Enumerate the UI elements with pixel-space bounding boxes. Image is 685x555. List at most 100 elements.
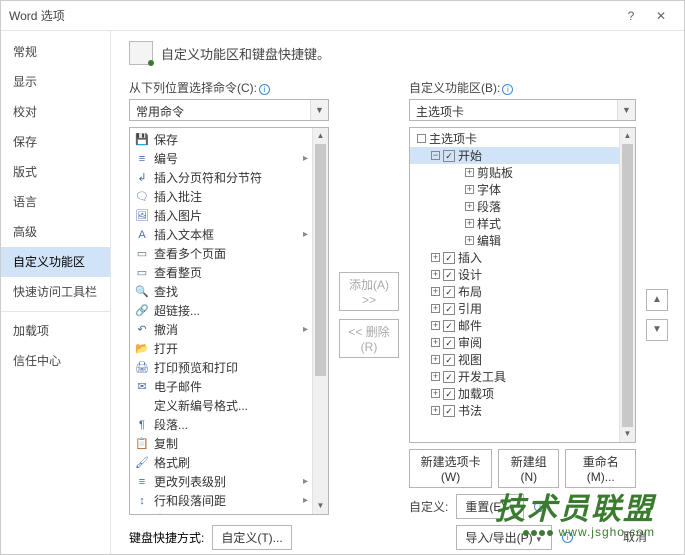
- expander-icon[interactable]: +: [431, 321, 440, 330]
- scroll-thumb[interactable]: [622, 144, 633, 427]
- ribbon-tree[interactable]: 主选项卡−✓开始+剪贴板+字体+段落+样式+编辑+✓插入+✓设计+✓布局+✓引用…: [409, 127, 636, 443]
- list-item[interactable]: 🖨打印预览和打印: [130, 358, 312, 377]
- list-item[interactable]: A插入文本框▸: [130, 225, 312, 244]
- commands-list[interactable]: 💾保存≡编号▸↲插入分页符和分节符🗨插入批注🖼插入图片A插入文本框▸▭查看多个页…: [129, 127, 329, 515]
- tree-row[interactable]: +样式: [410, 215, 619, 232]
- list-item[interactable]: ≡编号▸: [130, 149, 312, 168]
- tree-row[interactable]: +✓加载项: [410, 385, 619, 402]
- list-item[interactable]: ↲插入分页符和分节符: [130, 168, 312, 187]
- expander-icon[interactable]: +: [431, 406, 440, 415]
- tree-row[interactable]: +✓视图: [410, 351, 619, 368]
- sidebar-item[interactable]: 常规: [1, 37, 110, 67]
- expander-icon[interactable]: +: [431, 338, 440, 347]
- list-item[interactable]: ▭查看整页: [130, 263, 312, 282]
- expander-icon[interactable]: +: [431, 253, 440, 262]
- checkbox[interactable]: ✓: [443, 303, 455, 315]
- tree-row[interactable]: −✓开始: [410, 147, 619, 164]
- tree-row[interactable]: +字体: [410, 181, 619, 198]
- list-item[interactable]: 🗨插入批注: [130, 187, 312, 206]
- keyboard-customize-button[interactable]: 自定义(T)...: [212, 525, 291, 550]
- scroll-down-icon[interactable]: ▼: [313, 498, 328, 514]
- new-tab-button[interactable]: 新建选项卡(W): [409, 449, 492, 488]
- scroll-down-icon[interactable]: ▼: [620, 426, 635, 442]
- add-button[interactable]: 添加(A) >>: [339, 272, 399, 311]
- checkbox[interactable]: ✓: [443, 286, 455, 298]
- list-item[interactable]: 定义新编号格式...: [130, 396, 312, 415]
- tree-row[interactable]: +✓书法: [410, 402, 619, 419]
- expander-icon[interactable]: [417, 134, 426, 143]
- customize-ribbon-combo[interactable]: 主选项卡 ▼: [409, 99, 636, 121]
- reset-button[interactable]: 重置(E): [456, 494, 524, 519]
- list-item[interactable]: 📋复制: [130, 434, 312, 453]
- sidebar-item[interactable]: 快速访问工具栏: [1, 277, 110, 307]
- expander-icon[interactable]: +: [465, 219, 474, 228]
- sidebar-item[interactable]: 加载项: [1, 316, 110, 346]
- list-item[interactable]: ▭查看多个页面: [130, 244, 312, 263]
- move-up-button[interactable]: ▲: [646, 289, 668, 311]
- expander-icon[interactable]: +: [431, 287, 440, 296]
- checkbox[interactable]: ✓: [443, 252, 455, 264]
- checkbox[interactable]: ✓: [443, 150, 455, 162]
- list-item[interactable]: 💾保存: [130, 130, 312, 149]
- choose-from-combo[interactable]: 常用命令 ▼: [129, 99, 329, 121]
- tree-row[interactable]: +段落: [410, 198, 619, 215]
- scrollbar[interactable]: ▲ ▼: [312, 128, 328, 514]
- expander-icon[interactable]: +: [465, 202, 474, 211]
- expander-icon[interactable]: +: [465, 236, 474, 245]
- tree-row[interactable]: 主选项卡: [410, 130, 619, 147]
- checkbox[interactable]: ✓: [443, 405, 455, 417]
- move-down-button[interactable]: ▼: [646, 319, 668, 341]
- scroll-up-icon[interactable]: ▲: [620, 128, 635, 144]
- expander-icon[interactable]: +: [431, 270, 440, 279]
- info-icon[interactable]: i: [259, 84, 270, 95]
- list-item[interactable]: 🔍查找: [130, 282, 312, 301]
- tree-row[interactable]: +✓邮件: [410, 317, 619, 334]
- list-item[interactable]: ▶宏▸: [130, 510, 312, 514]
- expander-icon[interactable]: +: [431, 372, 440, 381]
- expander-icon[interactable]: +: [465, 185, 474, 194]
- list-item[interactable]: ≡更改列表级别▸: [130, 472, 312, 491]
- info-icon[interactable]: i: [502, 84, 513, 95]
- tree-row[interactable]: +✓审阅: [410, 334, 619, 351]
- scroll-thumb[interactable]: [315, 144, 326, 376]
- cancel-button[interactable]: 取消: [623, 528, 647, 545]
- import-export-button[interactable]: 导入/导出(P): [456, 525, 551, 550]
- remove-button[interactable]: << 删除(R): [339, 319, 399, 358]
- list-item[interactable]: ✉电子邮件: [130, 377, 312, 396]
- expander-icon[interactable]: +: [431, 355, 440, 364]
- tree-row[interactable]: +✓开发工具: [410, 368, 619, 385]
- sidebar-item[interactable]: 版式: [1, 157, 110, 187]
- sidebar-item[interactable]: 语言: [1, 187, 110, 217]
- list-item[interactable]: 🖌格式刷: [130, 453, 312, 472]
- scrollbar[interactable]: ▲ ▼: [619, 128, 635, 442]
- sidebar-item[interactable]: 信任中心: [1, 346, 110, 376]
- sidebar-item[interactable]: 保存: [1, 127, 110, 157]
- list-item[interactable]: ↶撤消▸: [130, 320, 312, 339]
- sidebar-item[interactable]: 校对: [1, 97, 110, 127]
- expander-icon[interactable]: +: [465, 168, 474, 177]
- list-item[interactable]: 🖼插入图片: [130, 206, 312, 225]
- checkbox[interactable]: ✓: [443, 337, 455, 349]
- info-icon[interactable]: i: [534, 501, 545, 512]
- tree-row[interactable]: +✓设计: [410, 266, 619, 283]
- expander-icon[interactable]: +: [431, 304, 440, 313]
- tree-row[interactable]: +编辑: [410, 232, 619, 249]
- checkbox[interactable]: ✓: [443, 320, 455, 332]
- tree-row[interactable]: +✓插入: [410, 249, 619, 266]
- tree-row[interactable]: +✓引用: [410, 300, 619, 317]
- rename-button[interactable]: 重命名(M)...: [565, 449, 636, 488]
- list-item[interactable]: 📂打开: [130, 339, 312, 358]
- close-button[interactable]: ✕: [646, 9, 676, 23]
- checkbox[interactable]: ✓: [443, 371, 455, 383]
- checkbox[interactable]: ✓: [443, 269, 455, 281]
- list-item[interactable]: ↕行和段落间距▸: [130, 491, 312, 510]
- tree-row[interactable]: +✓布局: [410, 283, 619, 300]
- scroll-up-icon[interactable]: ▲: [313, 128, 328, 144]
- checkbox[interactable]: ✓: [443, 354, 455, 366]
- checkbox[interactable]: ✓: [443, 388, 455, 400]
- new-group-button[interactable]: 新建组(N): [498, 449, 559, 488]
- list-item[interactable]: ¶段落...: [130, 415, 312, 434]
- sidebar-item[interactable]: 显示: [1, 67, 110, 97]
- tree-row[interactable]: +剪贴板: [410, 164, 619, 181]
- sidebar-item[interactable]: 高级: [1, 217, 110, 247]
